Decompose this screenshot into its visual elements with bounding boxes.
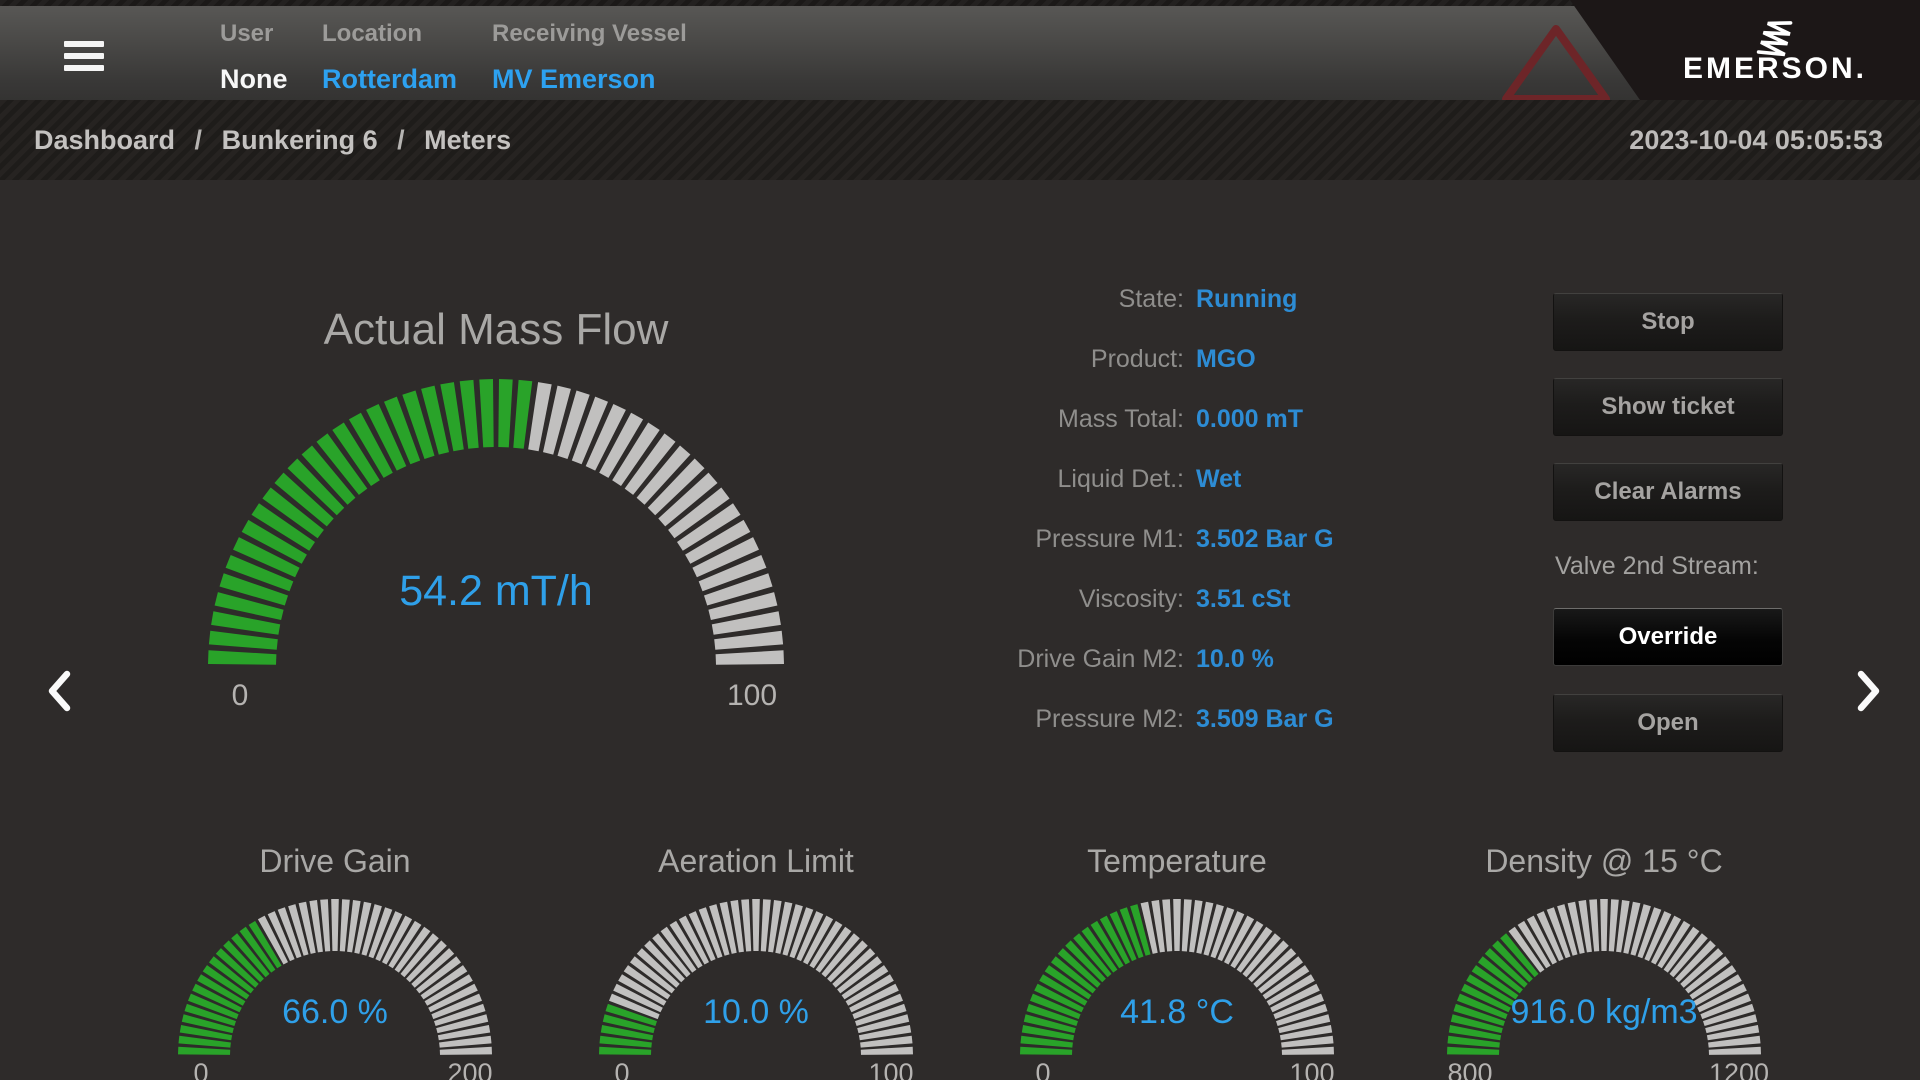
timestamp: 2023-10-04 05:05:53 xyxy=(1629,100,1883,180)
gauge-value: 10.0 % xyxy=(586,986,926,1038)
gauge-min-label: 0 xyxy=(167,1056,235,1080)
hmi-screen: User None Location Rotterdam Receiving V… xyxy=(0,0,1920,1080)
next-page-button[interactable] xyxy=(1854,668,1884,719)
status-value: Wet xyxy=(1196,449,1334,509)
status-value: 3.51 cSt xyxy=(1196,569,1334,629)
stop-button[interactable]: Stop xyxy=(1553,293,1783,351)
gauge-title: Drive Gain xyxy=(165,838,505,884)
status-label: Mass Total: xyxy=(940,389,1196,449)
status-value: 3.509 Bar G xyxy=(1196,689,1334,749)
status-panel: State: Running Product: MGO Mass Total: … xyxy=(940,269,1334,749)
main-gauge-value: 54.2 mT/h xyxy=(296,564,696,618)
gauge-max-label: 1200 xyxy=(1684,1056,1794,1080)
density-gauge: Density @ 15 °C 916.0 kg/m3 800 1200 xyxy=(1434,830,1774,1080)
breadcrumb-separator: / xyxy=(195,125,203,155)
gauge-value: 916.0 kg/m3 xyxy=(1434,986,1774,1038)
chevron-right-icon xyxy=(1854,668,1884,714)
main-gauge-min-label: 0 xyxy=(205,676,275,716)
breadcrumb-bar: Dashboard / Bunkering 6 / Meters 2023-10… xyxy=(0,100,1920,180)
brand-logo-text: EMERSON. xyxy=(1630,52,1920,86)
valve-open-button[interactable]: Open xyxy=(1553,694,1783,752)
menu-icon[interactable] xyxy=(64,41,104,71)
breadcrumb-item-bunkering[interactable]: Bunkering 6 xyxy=(222,125,378,155)
gauge-title: Aeration Limit xyxy=(586,838,926,884)
status-label: Drive Gain M2: xyxy=(940,629,1196,689)
gauge-title: Temperature xyxy=(1007,838,1347,884)
prev-page-button[interactable] xyxy=(44,668,74,719)
gauge-max-label: 200 xyxy=(415,1056,525,1080)
breadcrumb-item-dashboard[interactable]: Dashboard xyxy=(34,125,175,155)
clear-alarms-button[interactable]: Clear Alarms xyxy=(1553,463,1783,521)
user-value[interactable]: None xyxy=(220,64,288,95)
drive-gain-gauge: Drive Gain 66.0 % 0 200 xyxy=(165,830,505,1080)
main-gauge-title: Actual Mass Flow xyxy=(196,303,796,357)
receiving-vessel-label: Receiving Vessel xyxy=(492,20,687,48)
location-label: Location xyxy=(322,20,422,48)
status-label: Liquid Det.: xyxy=(940,449,1196,509)
show-ticket-button[interactable]: Show ticket xyxy=(1553,378,1783,436)
receiving-vessel-value[interactable]: MV Emerson xyxy=(492,64,656,95)
location-value[interactable]: Rotterdam xyxy=(322,64,457,95)
temperature-gauge: Temperature 41.8 °C 0 100 xyxy=(1007,830,1347,1080)
main-gauge-max-label: 100 xyxy=(712,676,792,716)
status-value: 3.502 Bar G xyxy=(1196,509,1334,569)
aeration-limit-gauge: Aeration Limit 10.0 % 0 100 xyxy=(586,830,926,1080)
gauge-title: Density @ 15 °C xyxy=(1434,838,1774,884)
valve-2nd-stream-label: Valve 2nd Stream: xyxy=(1555,546,1759,586)
status-value: Running xyxy=(1196,269,1334,329)
status-label: Pressure M2: xyxy=(940,689,1196,749)
status-value: 0.000 mT xyxy=(1196,389,1334,449)
gauge-min-label: 0 xyxy=(1009,1056,1077,1080)
status-value: 10.0 % xyxy=(1196,629,1334,689)
chevron-left-icon xyxy=(44,668,74,714)
main-gauge-arc xyxy=(208,376,784,672)
status-value: MGO xyxy=(1196,329,1334,389)
status-label: Product: xyxy=(940,329,1196,389)
status-label: Pressure M1: xyxy=(940,509,1196,569)
valve-override-button[interactable]: Override xyxy=(1553,608,1783,666)
breadcrumb-separator: / xyxy=(397,125,405,155)
gauge-min-label: 800 xyxy=(1436,1056,1504,1080)
status-label: State: xyxy=(940,269,1196,329)
gauge-min-label: 0 xyxy=(588,1056,656,1080)
gauge-value: 66.0 % xyxy=(165,986,505,1038)
gauge-max-label: 100 xyxy=(836,1056,946,1080)
gauge-max-label: 100 xyxy=(1257,1056,1367,1080)
breadcrumb: Dashboard / Bunkering 6 / Meters xyxy=(34,100,511,180)
breadcrumb-item-meters[interactable]: Meters xyxy=(424,125,511,155)
status-label: Viscosity: xyxy=(940,569,1196,629)
gauge-value: 41.8 °C xyxy=(1007,986,1347,1038)
user-label: User xyxy=(220,20,273,48)
